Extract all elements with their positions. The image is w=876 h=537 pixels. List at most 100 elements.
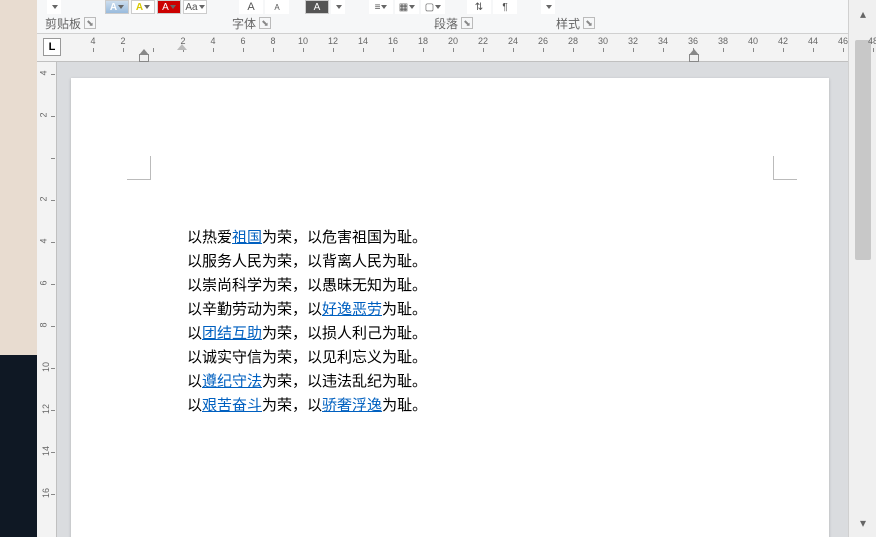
v-ruler-number: 12	[41, 404, 51, 414]
editor-viewport: 42246810121416 以热爱祖国为荣，以危害祖国为耻。以服务人民为荣，以…	[37, 62, 848, 537]
ruler-tick	[123, 48, 124, 52]
ruler-tick	[753, 48, 754, 52]
ruler-number: 30	[598, 36, 608, 46]
ruler-number: 46	[838, 36, 848, 46]
ruler-number: 8	[270, 36, 275, 46]
styles-dropdown[interactable]	[541, 0, 555, 14]
v-ruler-number: 2	[39, 112, 49, 117]
document-line[interactable]: 以遵纪守法为荣，以违法乱纪为耻。	[187, 370, 769, 394]
ruler-number: 22	[478, 36, 488, 46]
v-ruler-tick	[51, 158, 55, 159]
ruler-number: 14	[358, 36, 368, 46]
ruler-number: 4	[210, 36, 215, 46]
show-marks-button[interactable]: ¶	[493, 0, 517, 14]
clear-format-button[interactable]	[331, 0, 345, 14]
horizontal-ruler[interactable]: L 42246810121416182022242628303234363840…	[37, 34, 848, 62]
ruler-number: 12	[328, 36, 338, 46]
ruler-number: 24	[508, 36, 518, 46]
scroll-up-button[interactable]: ▴	[851, 2, 875, 26]
ruler-tick	[783, 48, 784, 52]
ruler-number: 4	[90, 36, 95, 46]
document-line[interactable]: 以团结互助为荣，以损人利己为耻。	[187, 322, 769, 346]
document-line[interactable]: 以崇尚科学为荣，以愚昧无知为耻。	[187, 274, 769, 298]
bullets-button[interactable]: ≡	[369, 0, 393, 14]
ruler-tick	[513, 48, 514, 52]
ruler-number: 42	[778, 36, 788, 46]
ruler-tick	[243, 48, 244, 52]
hyperlink[interactable]: 遵纪守法	[202, 374, 262, 390]
document-line[interactable]: 以服务人民为荣，以背离人民为耻。	[187, 250, 769, 274]
ruler-tick	[363, 48, 364, 52]
group-paragraph: 段落⬊	[430, 15, 477, 31]
document-line[interactable]: 以热爱祖国为荣，以危害祖国为耻。	[187, 226, 769, 250]
ruler-number: 10	[298, 36, 308, 46]
text-highlight-button[interactable]: A	[305, 0, 329, 14]
ruler-tick	[843, 48, 844, 52]
ruler-tick	[723, 48, 724, 52]
document-line[interactable]: 以诚实守信为荣，以见利忘义为耻。	[187, 346, 769, 370]
v-ruler-tick	[51, 74, 55, 75]
paragraph-dialog-launcher[interactable]: ⬊	[461, 17, 473, 29]
shading-button[interactable]: ▢	[421, 0, 445, 14]
v-ruler-tick	[51, 452, 55, 453]
v-ruler-tick	[51, 368, 55, 369]
borders-button[interactable]: ▦	[395, 0, 419, 14]
hyperlink[interactable]: 艰苦奋斗	[202, 398, 262, 414]
ribbon: A A A Aa A A A ≡ ▦ ▢ ⇅ ¶ 剪贴板⬊ 字体⬊ 段落⬊ 样式…	[37, 0, 848, 34]
v-ruler-number: 2	[39, 196, 49, 201]
document-line[interactable]: 以辛勤劳动为荣，以好逸恶劳为耻。	[187, 298, 769, 322]
shrink-font-button[interactable]: A	[265, 0, 289, 14]
ruler-tick	[663, 48, 664, 52]
highlight-color-button[interactable]: A	[131, 0, 155, 14]
ruler-tick	[423, 48, 424, 52]
vertical-scrollbar[interactable]: ▴ ▾	[848, 0, 876, 537]
ruler-tick	[813, 48, 814, 52]
ruler-number: 26	[538, 36, 548, 46]
hyperlink[interactable]: 祖国	[232, 230, 262, 246]
tab-selector-button[interactable]: L	[43, 38, 61, 56]
clipboard-dialog-launcher[interactable]: ⬊	[84, 17, 96, 29]
right-indent-marker[interactable]	[689, 54, 699, 62]
ruler-tick	[453, 48, 454, 52]
hyperlink[interactable]: 团结互助	[202, 326, 262, 342]
v-ruler-tick	[51, 494, 55, 495]
styles-dialog-launcher[interactable]: ⬊	[583, 17, 595, 29]
ruler-number: 44	[808, 36, 818, 46]
paste-dropdown[interactable]	[47, 0, 61, 14]
ruler-tick	[393, 48, 394, 52]
font-color-button[interactable]: A	[157, 0, 181, 14]
document-body[interactable]: 以热爱祖国为荣，以危害祖国为耻。以服务人民为荣，以背离人民为耻。以崇尚科学为荣，…	[187, 226, 769, 418]
scrollbar-thumb[interactable]	[855, 40, 871, 260]
v-ruler-number: 16	[41, 488, 51, 498]
vertical-ruler[interactable]: 42246810121416	[37, 62, 57, 537]
document-line[interactable]: 以艰苦奋斗为荣，以骄奢浮逸为耻。	[187, 394, 769, 418]
ruler-tick	[573, 48, 574, 52]
ribbon-buttons: A A A Aa A A A ≡ ▦ ▢ ⇅ ¶	[47, 0, 838, 14]
grow-font-button[interactable]: A	[239, 0, 263, 14]
scroll-down-button[interactable]: ▾	[851, 511, 875, 535]
left-indent-marker[interactable]	[139, 54, 149, 62]
desktop-background-left	[0, 0, 37, 537]
ruler-number: 38	[718, 36, 728, 46]
ruler-tick	[543, 48, 544, 52]
font-style-button[interactable]: A	[105, 0, 129, 14]
document-page[interactable]: 以热爱祖国为荣，以危害祖国为耻。以服务人民为荣，以背离人民为耻。以崇尚科学为荣，…	[71, 78, 829, 537]
hyperlink[interactable]: 好逸恶劳	[322, 302, 382, 318]
ruler-number: 20	[448, 36, 458, 46]
hyperlink[interactable]: 骄奢浮逸	[322, 398, 382, 414]
ruler-tick	[633, 48, 634, 52]
ruler-number: 6	[240, 36, 245, 46]
ruler-tick	[483, 48, 484, 52]
sort-button[interactable]: ⇅	[467, 0, 491, 14]
change-case-button[interactable]: Aa	[183, 0, 207, 14]
first-line-indent-marker[interactable]	[177, 44, 187, 50]
ruler-number: 2	[120, 36, 125, 46]
ruler-tick	[273, 48, 274, 52]
v-ruler-tick	[51, 242, 55, 243]
v-ruler-tick	[51, 284, 55, 285]
v-ruler-number: 10	[41, 362, 51, 372]
ruler-number: 28	[568, 36, 578, 46]
v-ruler-tick	[51, 200, 55, 201]
font-dialog-launcher[interactable]: ⬊	[259, 17, 271, 29]
ruler-number: 36	[688, 36, 698, 46]
